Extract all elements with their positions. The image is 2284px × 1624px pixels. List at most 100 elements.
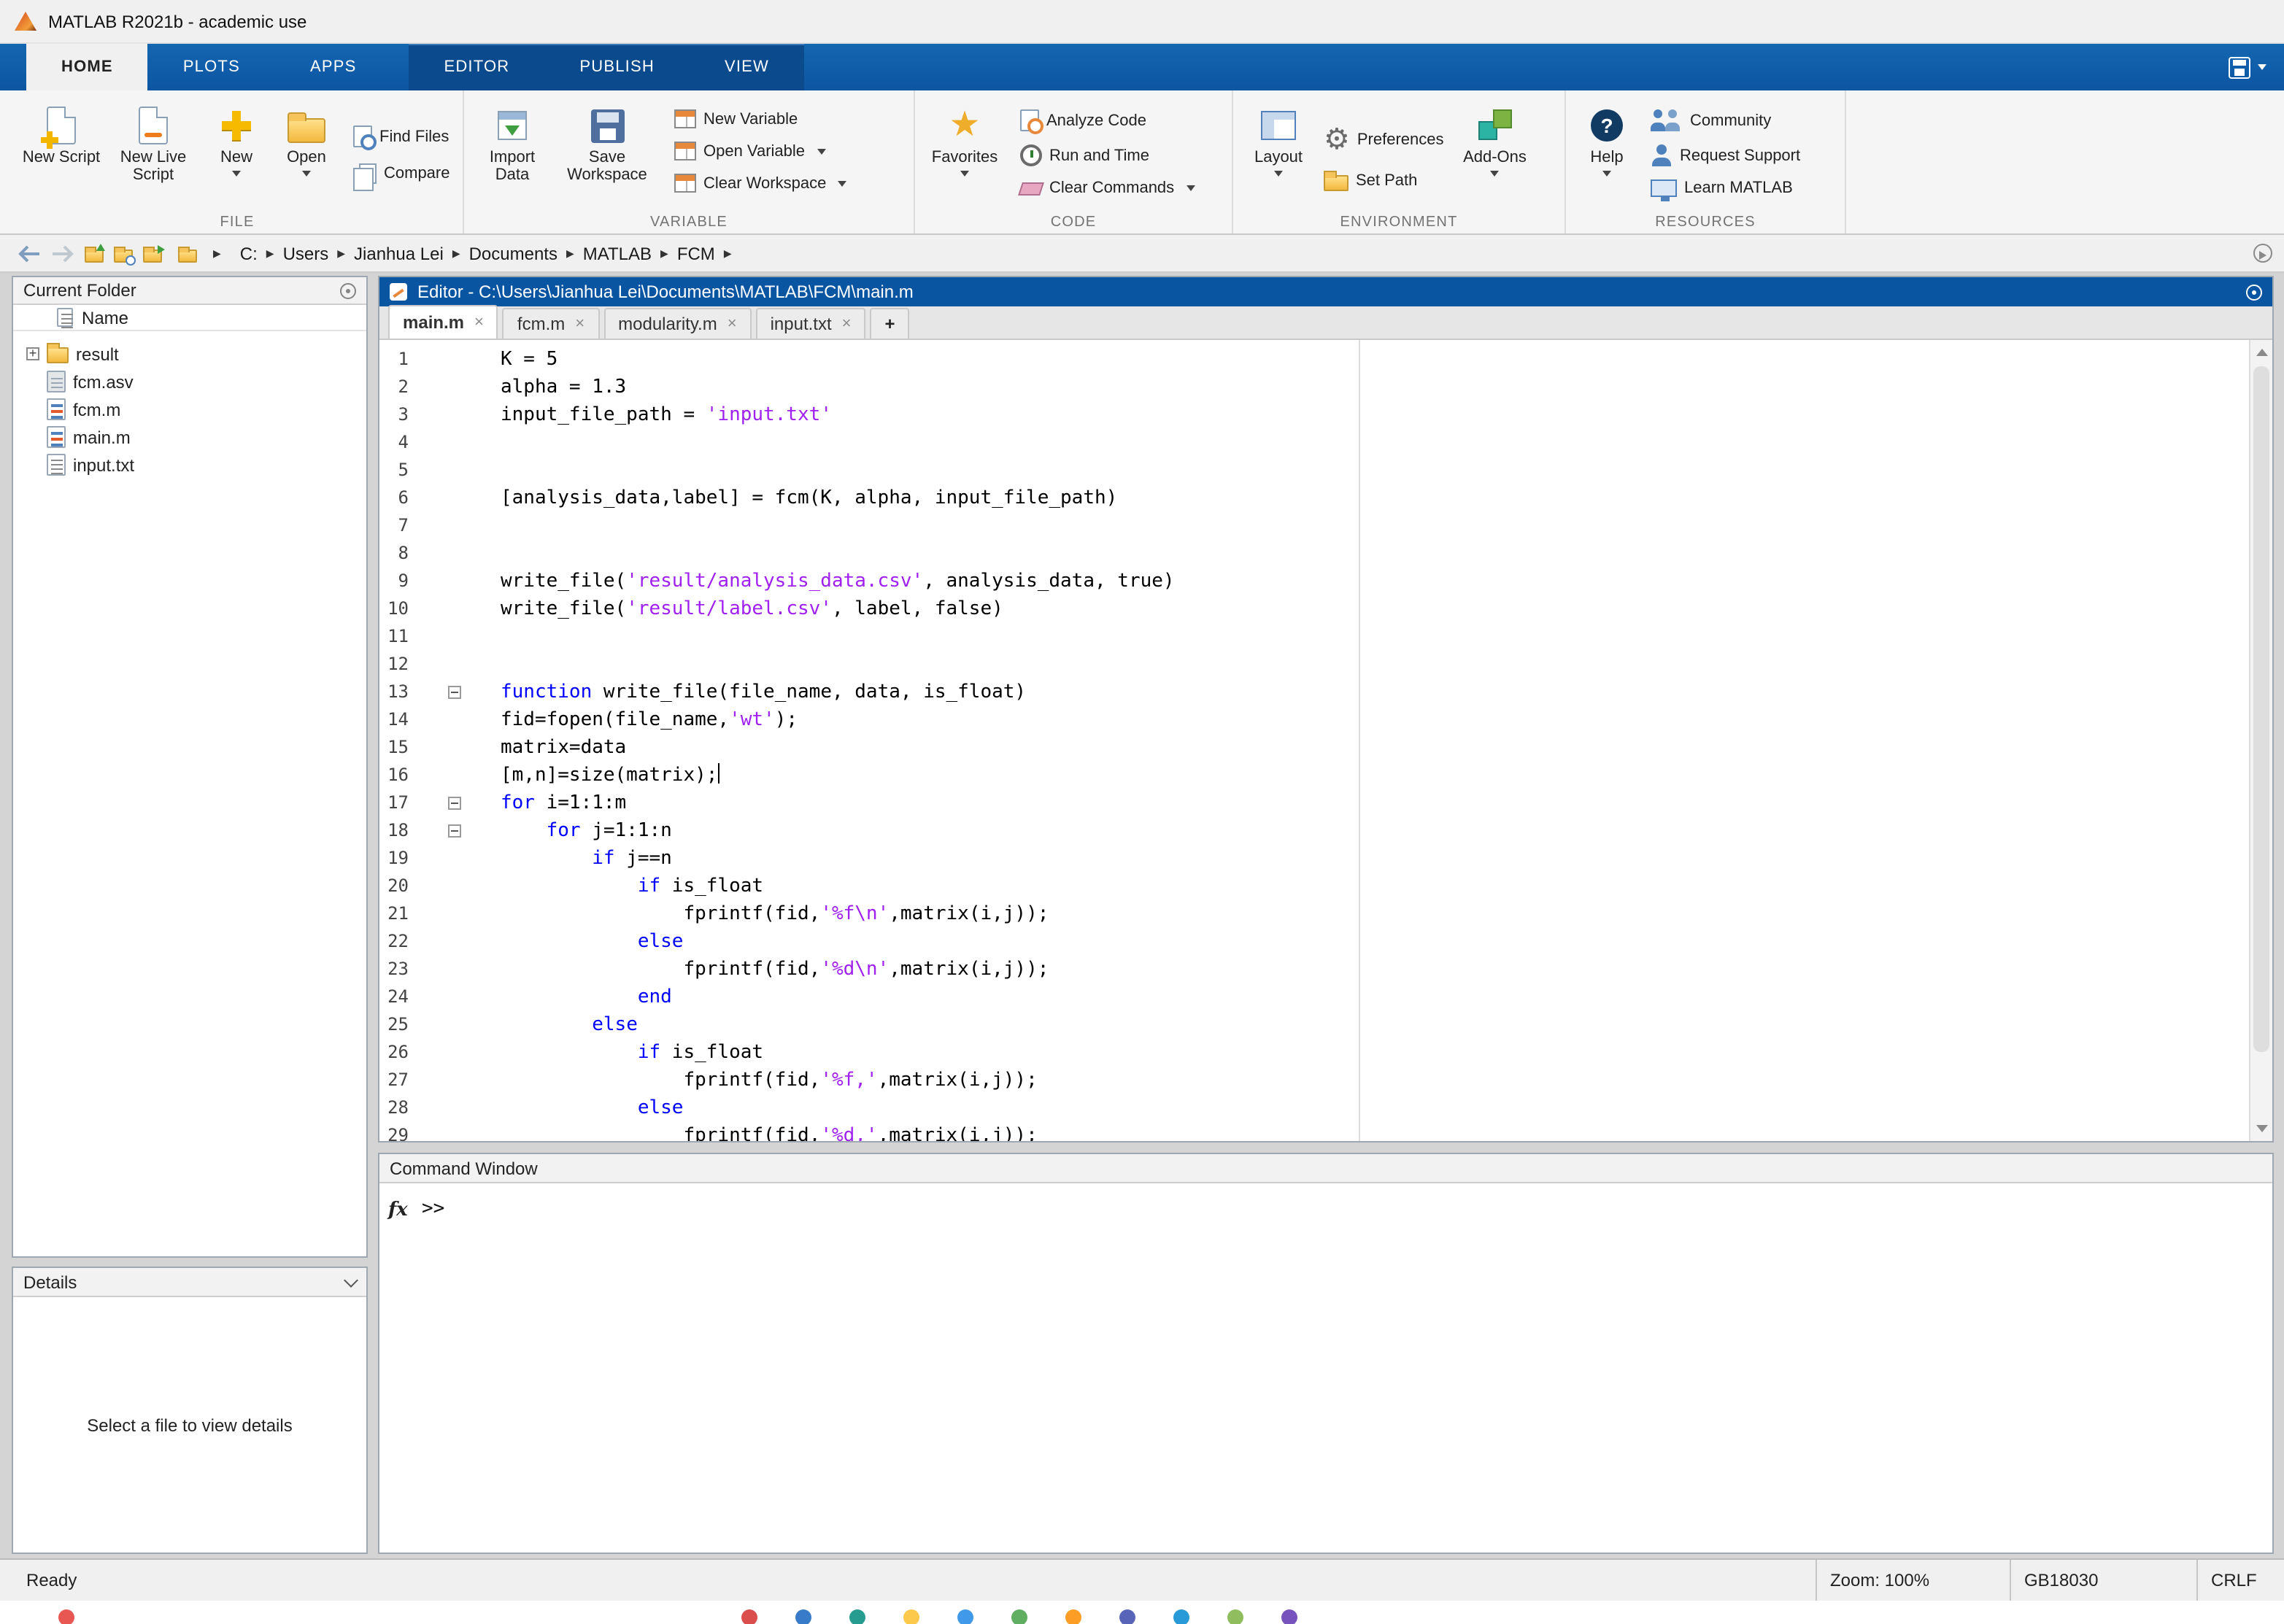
fold-marker-icon[interactable] <box>448 797 461 810</box>
expand-icon[interactable]: + <box>26 347 39 360</box>
new-variable-button[interactable]: New Variable <box>674 109 846 128</box>
code-line: 13function write_file(file_name, data, i… <box>379 678 2249 706</box>
editor-tab-fcm.m[interactable]: fcm.m× <box>503 308 599 339</box>
breadcrumb-segment[interactable]: MATLAB <box>580 241 655 265</box>
ribbon-tab-publish[interactable]: PUBLISH <box>544 44 690 90</box>
ribbon-tab-view[interactable]: VIEW <box>690 44 804 90</box>
set-path-button[interactable]: Set Path <box>1324 171 1444 191</box>
file-item-fcm.asv[interactable]: fcm.asv <box>13 368 366 395</box>
close-icon[interactable]: × <box>728 315 737 333</box>
details-header[interactable]: Details <box>13 1268 366 1297</box>
code-text: if is_float <box>467 873 763 900</box>
save-workspace-label: Save Workspace <box>555 149 660 184</box>
scrollbar-thumb[interactable] <box>2253 366 2269 1052</box>
community-button[interactable]: Community <box>1651 109 1800 131</box>
close-icon[interactable]: × <box>575 315 584 333</box>
fx-icon[interactable]: fx <box>388 1199 408 1221</box>
layout-label: Layout <box>1254 149 1303 166</box>
chevron-right-icon: ▶ <box>718 247 738 259</box>
scroll-up-icon[interactable] <box>2256 349 2268 356</box>
save-workspace-button[interactable]: Save Workspace <box>555 98 660 210</box>
forward-arrow-icon[interactable] <box>51 244 74 262</box>
run-and-time-button[interactable]: Run and Time <box>1020 144 1195 166</box>
save-workspace-icon <box>590 109 624 142</box>
close-icon[interactable]: × <box>474 314 484 331</box>
run-and-time-label: Run and Time <box>1049 147 1149 164</box>
command-input-area[interactable]: fx >> <box>379 1183 2272 1553</box>
panel-menu-icon[interactable] <box>340 282 356 298</box>
chevron-right-icon: ▶ <box>261 247 280 259</box>
code-line: 2alpha = 1.3 <box>379 374 2249 401</box>
new-live-script-button[interactable]: New Live Script <box>105 98 201 210</box>
up-one-level-icon[interactable] <box>85 249 104 262</box>
ribbon-tab-home[interactable]: HOME <box>26 44 148 90</box>
scroll-down-icon[interactable] <box>2256 1125 2268 1132</box>
code-line: 9write_file('result/analysis_data.csv', … <box>379 568 2249 595</box>
new-variable-label: New Variable <box>703 110 798 128</box>
address-bar: ▶ C:▶Users▶Jianhua Lei▶Documents▶MATLAB▶… <box>0 235 2284 273</box>
file-item-main.m[interactable]: main.m <box>13 423 366 451</box>
code-editor[interactable]: 1K = 52alpha = 1.33input_file_path = 'in… <box>379 340 2249 1141</box>
status-zoom: Zoom: 100% <box>1816 1560 2010 1601</box>
editor-panel-menu-icon[interactable] <box>2246 284 2262 300</box>
open-button[interactable]: Open <box>271 98 342 210</box>
fold-marker-icon[interactable] <box>448 686 461 699</box>
clear-commands-icon <box>1018 182 1044 195</box>
back-arrow-icon[interactable] <box>18 244 41 262</box>
help-dropdown-icon <box>1602 171 1611 177</box>
learn-matlab-button[interactable]: Learn MATLAB <box>1651 179 1800 197</box>
favorites-button[interactable]: ★ Favorites <box>924 98 1006 210</box>
find-files-button[interactable]: Find Files <box>353 125 450 147</box>
file-item-result[interactable]: +result <box>13 340 366 368</box>
breadcrumb-segment[interactable]: Users <box>280 241 332 265</box>
command-window-header: Command Window <box>379 1154 2272 1183</box>
set-path-label: Set Path <box>1356 172 1417 190</box>
new-button[interactable]: New <box>204 98 269 210</box>
editor-tab-input.txt[interactable]: input.txt× <box>756 308 866 339</box>
compare-button[interactable]: Compare <box>353 163 450 184</box>
ribbon-tab-editor[interactable]: EDITOR <box>409 44 544 90</box>
address-actions-icon[interactable] <box>2253 244 2272 263</box>
ribbon-tab-apps[interactable]: APPS <box>275 44 392 90</box>
layout-button[interactable]: Layout <box>1242 98 1315 210</box>
open-variable-button[interactable]: Open Variable <box>674 142 846 161</box>
breadcrumb-segment[interactable]: FCM <box>674 241 718 265</box>
fold-marker-icon[interactable] <box>448 824 461 838</box>
code-text <box>467 429 501 457</box>
editor-tab-modularity.m[interactable]: modularity.m× <box>603 308 751 339</box>
add-ons-button[interactable]: Add-Ons <box>1453 98 1538 210</box>
breadcrumb-segment[interactable]: Jianhua Lei <box>351 241 447 265</box>
name-column-header[interactable]: Name <box>13 305 366 331</box>
preferences-button[interactable]: ⚙ Preferences <box>1324 125 1444 155</box>
clear-workspace-button[interactable]: Clear Workspace <box>674 174 846 193</box>
new-tab-button[interactable]: + <box>871 308 910 339</box>
quick-save-icon[interactable] <box>2229 56 2250 78</box>
recent-folders-icon[interactable] <box>143 249 162 262</box>
new-script-button[interactable]: New Script <box>20 98 102 210</box>
browse-folder-icon[interactable] <box>114 249 133 262</box>
editor-tab-main.m[interactable]: main.m× <box>388 305 498 339</box>
close-icon[interactable]: × <box>842 315 852 333</box>
breadcrumb-segment[interactable]: C: <box>237 241 261 265</box>
help-button[interactable]: ? Help <box>1575 98 1639 210</box>
code-line: 24 end <box>379 983 2249 1011</box>
chevron-down-icon[interactable] <box>344 1272 358 1287</box>
chevron-right-icon: ▶ <box>655 247 674 259</box>
import-data-button[interactable]: Import Data <box>473 98 552 210</box>
compare-icon <box>359 163 377 184</box>
add-ons-dropdown-icon <box>1491 171 1500 177</box>
file-item-input.txt[interactable]: input.txt <box>13 451 366 479</box>
clear-commands-button[interactable]: Clear Commands <box>1020 179 1195 197</box>
open-variable-label: Open Variable <box>703 142 805 160</box>
new-variable-icon <box>674 109 696 128</box>
ribbon-tab-plots[interactable]: PLOTS <box>148 44 275 90</box>
community-label: Community <box>1690 112 1771 129</box>
file-item-fcm.m[interactable]: fcm.m <box>13 395 366 423</box>
status-bar: Ready Zoom: 100% GB18030 CRLF <box>0 1558 2284 1601</box>
clear-workspace-label: Clear Workspace <box>703 174 826 192</box>
quick-access-dropdown-icon[interactable] <box>2258 64 2266 70</box>
editor-scrollbar[interactable] <box>2249 340 2272 1141</box>
analyze-code-button[interactable]: Analyze Code <box>1020 109 1195 131</box>
breadcrumb-segment[interactable]: Documents <box>466 241 560 265</box>
request-support-button[interactable]: Request Support <box>1651 144 1800 166</box>
